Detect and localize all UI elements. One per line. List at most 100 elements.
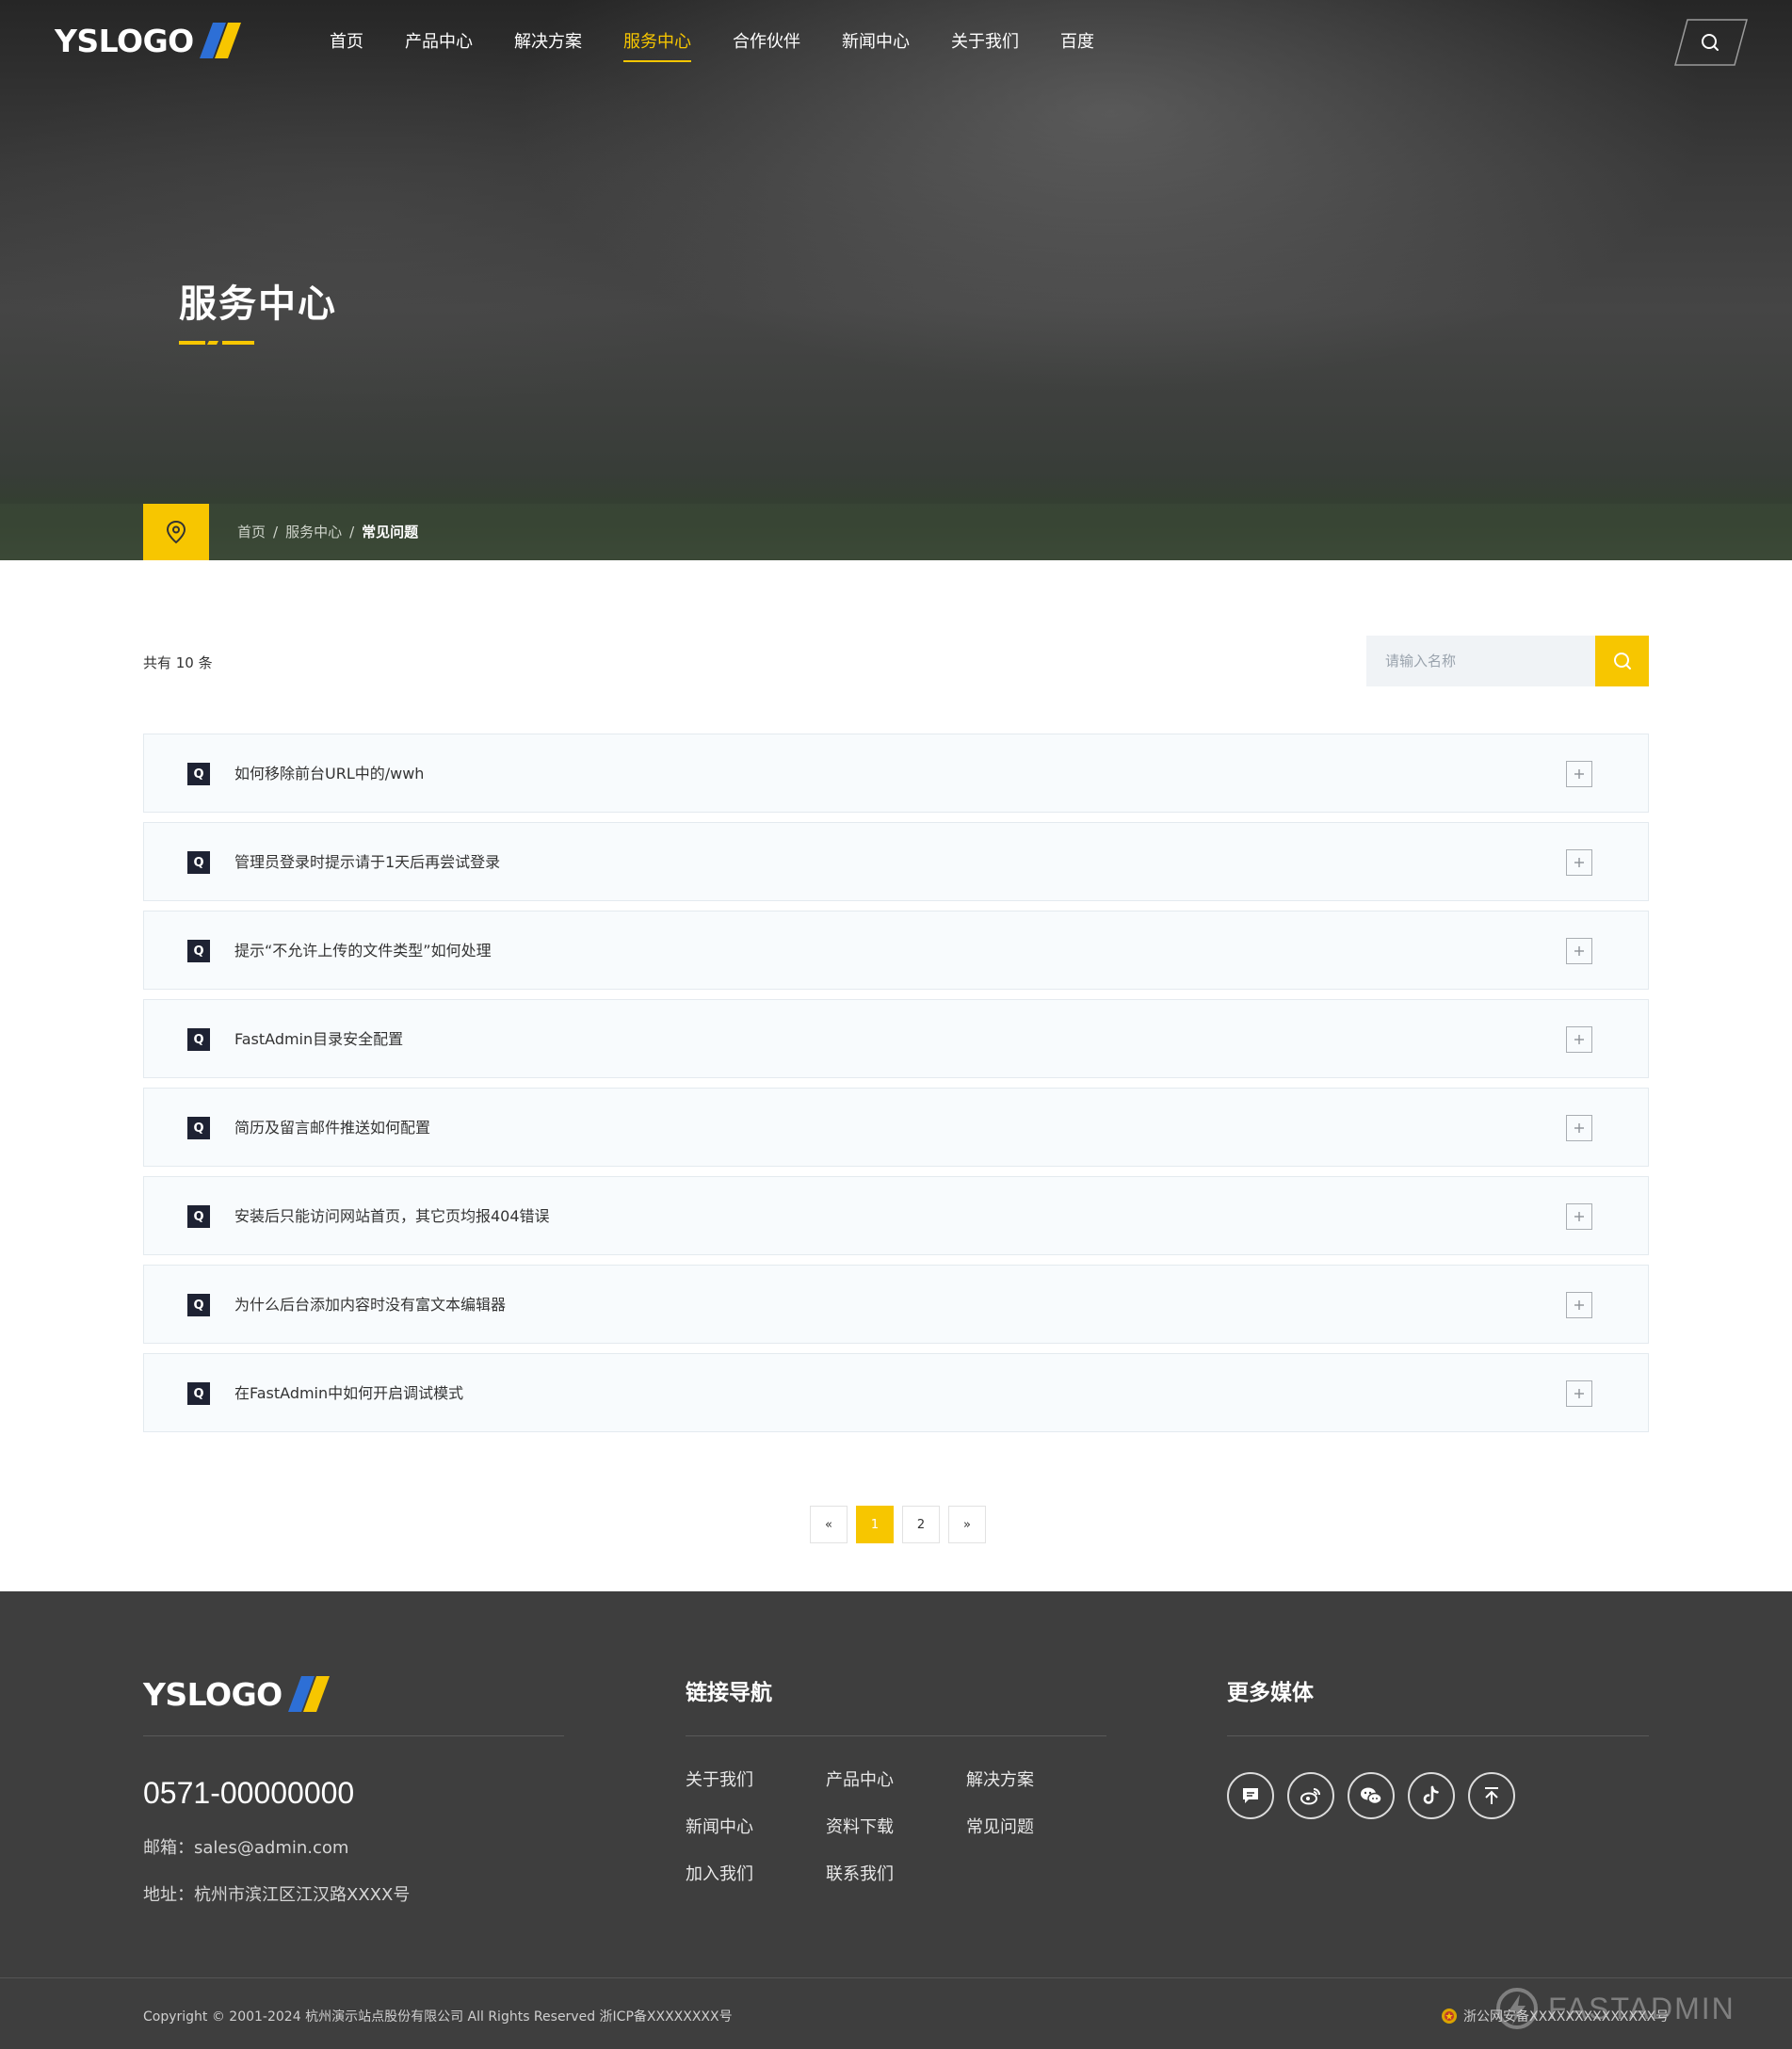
footer-address: 地址：杭州市滨江区江汉路XXXX号 [143,1885,411,1905]
police-record-text: 浙公网安备XXXXXXXXXXXXXX号 [1463,2009,1670,2025]
expand-plus-icon[interactable] [1566,1292,1592,1318]
q-badge: Q [187,1382,210,1405]
q-badge: Q [187,1028,210,1051]
faq-question: FastAdmin目录安全配置 [234,1030,404,1048]
footer-links: 关于我们 产品中心 解决方案 新闻中心 资料下载 常见问题 加入我们 联系我们 [686,1767,1081,1885]
breadcrumb-separator: / [273,524,279,540]
faq-item[interactable]: Q 在FastAdmin中如何开启调试模式 [143,1353,1649,1432]
faq-item[interactable]: Q 提示“不允许上传的文件类型”如何处理 [143,911,1649,990]
footer-logo[interactable]: YSLOGO [143,1674,331,1714]
footer-link-join[interactable]: 加入我们 [686,1861,826,1885]
search-icon [1674,19,1748,66]
expand-plus-icon[interactable] [1566,1380,1592,1407]
wechat-icon[interactable] [1348,1772,1395,1819]
footer-logo-text: YSLOGO [143,1675,283,1713]
pagination-page-2[interactable]: 2 [902,1506,940,1543]
footer-police-record[interactable]: 浙公网安备XXXXXXXXXXXXXX号 [1441,2007,1669,2025]
footer-link-contact[interactable]: 联系我们 [826,1861,966,1885]
footer-phone: 0571-00000000 [143,1776,355,1810]
q-badge: Q [187,1294,210,1316]
faq-question: 管理员登录时提示请于1天后再尝试登录 [234,853,501,871]
nav-item-baidu[interactable]: 百度 [1040,0,1115,85]
footer-link-news[interactable]: 新闻中心 [686,1814,826,1838]
title-underline-decoration [179,341,254,345]
footer-copyright-divider [0,1977,1792,1978]
location-pin-icon [143,504,209,560]
faq-question: 如何移除前台URL中的/wwh [234,765,425,782]
footer-media-heading: 更多媒体 [1227,1681,1314,1705]
expand-plus-icon[interactable] [1566,1026,1592,1053]
footer-links-heading: 链接导航 [686,1681,772,1705]
weibo-icon[interactable] [1287,1772,1334,1819]
footer-link-solutions[interactable]: 解决方案 [966,1767,1081,1791]
footer-divider [686,1735,1106,1736]
nav-item-partners[interactable]: 合作伙伴 [712,0,821,85]
site-footer: YSLOGO 0571-00000000 邮箱：sales@admin.com … [0,1591,1792,2049]
main-menu: 首页 产品中心 解决方案 服务中心 合作伙伴 新闻中心 关于我们 百度 [309,0,1115,85]
breadcrumb-separator: / [349,524,355,540]
faq-item[interactable]: Q FastAdmin目录安全配置 [143,999,1649,1078]
logo-text: YSLOGO [55,22,194,59]
faq-list: Q 如何移除前台URL中的/wwh Q 管理员登录时提示请于1天后再尝试登录 Q… [143,734,1649,1442]
footer-divider [1227,1735,1649,1736]
faq-question: 为什么后台添加内容时没有富文本编辑器 [234,1296,507,1314]
faq-section: 共有 10 条 Q 如何移除前台URL中的/wwh Q 管理员登录时提示请于1天… [0,560,1792,1591]
pagination-page-1[interactable]: 1 [856,1506,894,1543]
nav-item-products[interactable]: 产品中心 [384,0,493,85]
faq-search-input[interactable] [1366,636,1595,686]
faq-search [1366,636,1649,686]
expand-plus-icon[interactable] [1566,1203,1592,1230]
breadcrumb-service[interactable]: 服务中心 [285,524,342,540]
logo-mark-icon [199,23,241,58]
pagination: « 1 2 » [810,1506,986,1543]
q-badge: Q [187,940,210,962]
nav-item-solutions[interactable]: 解决方案 [493,0,603,85]
faq-question: 简历及留言邮件推送如何配置 [234,1119,431,1137]
expand-plus-icon[interactable] [1566,1115,1592,1141]
footer-link-faq[interactable]: 常见问题 [966,1814,1081,1838]
faq-item[interactable]: Q 如何移除前台URL中的/wwh [143,734,1649,813]
faq-question: 在FastAdmin中如何开启调试模式 [234,1384,464,1402]
q-badge: Q [187,851,210,874]
breadcrumb-current: 常见问题 [362,524,419,540]
logo-mark-icon [287,1676,330,1712]
breadcrumb-home[interactable]: 首页 [237,524,266,540]
faq-item[interactable]: Q 安装后只能访问网站首页，其它页均报404错误 [143,1176,1649,1255]
header-search-button[interactable] [1674,19,1748,66]
site-logo[interactable]: YSLOGO [55,21,243,60]
social-media-list [1227,1772,1515,1819]
pagination-prev[interactable]: « [810,1506,848,1543]
message-icon[interactable] [1227,1772,1274,1819]
q-badge: Q [187,1205,210,1228]
faq-question: 安装后只能访问网站首页，其它页均报404错误 [234,1207,550,1225]
faq-item[interactable]: Q 管理员登录时提示请于1天后再尝试登录 [143,822,1649,901]
footer-email: 邮箱：sales@admin.com [143,1838,349,1858]
tiktok-icon[interactable] [1408,1772,1455,1819]
faq-search-button[interactable] [1595,636,1649,686]
expand-plus-icon[interactable] [1566,761,1592,787]
footer-copyright: Copyright © 2001-2024 杭州演示站点股份有限公司 All R… [143,2009,733,2025]
nav-item-news[interactable]: 新闻中心 [821,0,930,85]
police-badge-icon [1442,2009,1457,2024]
footer-link-downloads[interactable]: 资料下载 [826,1814,966,1838]
q-badge: Q [187,763,210,785]
total-count: 共有 10 条 [143,654,213,671]
faq-question: 提示“不允许上传的文件类型”如何处理 [234,942,492,960]
search-icon [1613,653,1631,670]
footer-link-about[interactable]: 关于我们 [686,1767,826,1791]
breadcrumb-bar: 首页 / 服务中心 / 常见问题 [0,504,1792,560]
back-to-top-icon[interactable] [1468,1772,1515,1819]
nav-item-home[interactable]: 首页 [309,0,384,85]
faq-item[interactable]: Q 简历及留言邮件推送如何配置 [143,1088,1649,1167]
pagination-next[interactable]: » [948,1506,986,1543]
breadcrumb: 首页 / 服务中心 / 常见问题 [237,504,418,560]
footer-divider [143,1735,564,1736]
top-navigation: YSLOGO 首页 产品中心 解决方案 服务中心 合作伙伴 新闻中心 关于我们 … [0,0,1792,85]
faq-item[interactable]: Q 为什么后台添加内容时没有富文本编辑器 [143,1265,1649,1344]
q-badge: Q [187,1117,210,1139]
footer-link-products[interactable]: 产品中心 [826,1767,966,1791]
expand-plus-icon[interactable] [1566,849,1592,876]
nav-item-about[interactable]: 关于我们 [930,0,1040,85]
expand-plus-icon[interactable] [1566,938,1592,964]
nav-item-service[interactable]: 服务中心 [603,0,712,85]
